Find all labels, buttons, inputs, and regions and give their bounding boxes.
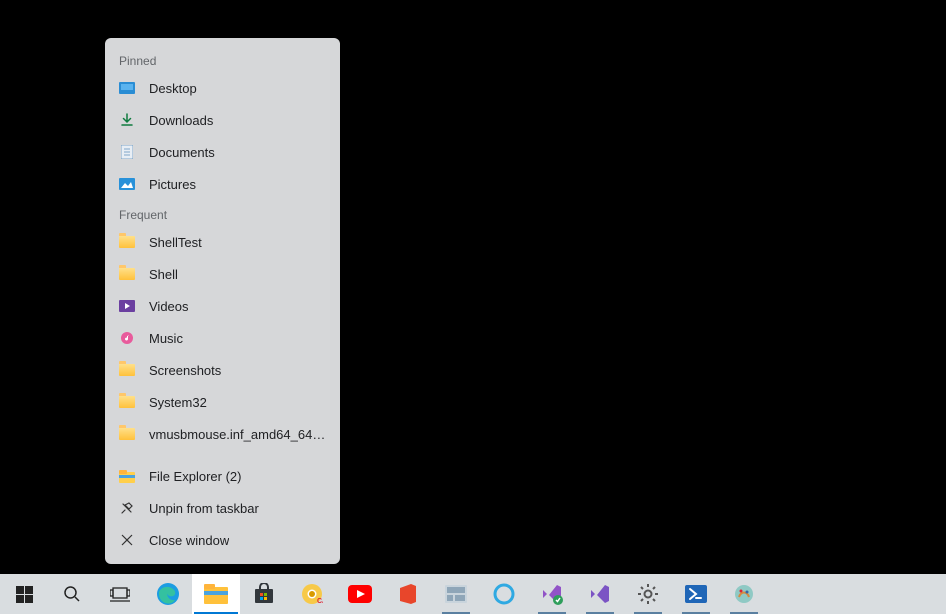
youtube-icon [348,585,372,603]
frequent-item[interactable]: ShellTest [105,226,340,258]
folder-icon [119,362,135,378]
taskbar-visual-studio[interactable] [576,574,624,614]
task-view-button[interactable] [96,574,144,614]
pinned-item-label: Downloads [149,113,213,128]
frequent-item-label: Screenshots [149,363,221,378]
taskbar-vs-installer[interactable] [528,574,576,614]
taskbar-edge[interactable] [144,574,192,614]
taskbar-cortana[interactable] [480,574,528,614]
folder-icon [119,266,135,282]
folder-icon [119,394,135,410]
taskbar-powershell[interactable] [672,574,720,614]
svg-text:CAN: CAN [317,598,323,605]
frequent-item-label: Videos [149,299,189,314]
unpin-from-taskbar[interactable]: Unpin from taskbar [105,492,340,524]
pinned-item-label: Desktop [149,81,197,96]
file-explorer-icon [204,584,228,604]
taskbar-app-extra[interactable] [720,574,768,614]
pinned-item-downloads[interactable]: Downloads [105,104,340,136]
frequent-item[interactable]: System32 [105,386,340,418]
frequent-item-label: Shell [149,267,178,282]
videos-icon [119,298,135,314]
chrome-canary-icon: CAN [301,583,323,605]
taskbar-youtube[interactable] [336,574,384,614]
pinned-item-label: Documents [149,145,215,160]
taskbar-file-explorer[interactable] [192,574,240,614]
search-icon [63,585,81,603]
frequent-header: Frequent [105,200,340,226]
app-icon [445,585,467,603]
jumplist-app-entry[interactable]: File Explorer (2) [105,460,340,492]
taskbar-app-generic[interactable] [432,574,480,614]
powershell-icon [685,585,707,603]
frequent-item[interactable]: Music [105,322,340,354]
unpin-label: Unpin from taskbar [149,501,259,516]
pinned-item-documents[interactable]: Documents [105,136,340,168]
frequent-item[interactable]: Screenshots [105,354,340,386]
pictures-icon [119,176,135,192]
document-icon [119,144,135,160]
frequent-item-label: Music [149,331,183,346]
search-button[interactable] [48,574,96,614]
store-icon [253,583,275,605]
vs-installer-icon [541,583,563,605]
pinned-item-desktop[interactable]: Desktop [105,72,340,104]
edge-icon [156,582,180,606]
close-icon [119,532,135,548]
frequent-item-label: vmusbmouse.inf_amd64_64ac7a0a... [149,427,326,442]
office-icon [398,583,418,605]
file-explorer-jumplist: Pinned Desktop Downloads Documents Pictu… [105,38,340,564]
pinned-header: Pinned [105,46,340,72]
taskbar: CAN [0,574,946,614]
download-icon [119,112,135,128]
close-window[interactable]: Close window [105,524,340,556]
file-explorer-icon [119,468,135,484]
visual-studio-icon [589,583,611,605]
frequent-item-label: ShellTest [149,235,202,250]
close-window-label: Close window [149,533,229,548]
app-extra-icon [733,583,755,605]
music-icon [119,330,135,346]
taskbar-chrome-canary[interactable]: CAN [288,574,336,614]
taskbar-settings[interactable] [624,574,672,614]
frequent-item[interactable]: Shell [105,258,340,290]
frequent-item[interactable]: Videos [105,290,340,322]
folder-icon [119,234,135,250]
task-view-icon [110,586,130,602]
unpin-icon [119,500,135,516]
taskbar-office[interactable] [384,574,432,614]
cortana-icon [493,583,515,605]
desktop-icon [119,80,135,96]
pinned-item-label: Pictures [149,177,196,192]
start-button[interactable] [0,574,48,614]
pinned-item-pictures[interactable]: Pictures [105,168,340,200]
gear-icon [637,583,659,605]
taskbar-store[interactable] [240,574,288,614]
frequent-item[interactable]: vmusbmouse.inf_amd64_64ac7a0a... [105,418,340,450]
windows-icon [16,586,33,603]
frequent-item-label: System32 [149,395,207,410]
jumplist-app-label: File Explorer (2) [149,469,241,484]
folder-icon [119,426,135,442]
